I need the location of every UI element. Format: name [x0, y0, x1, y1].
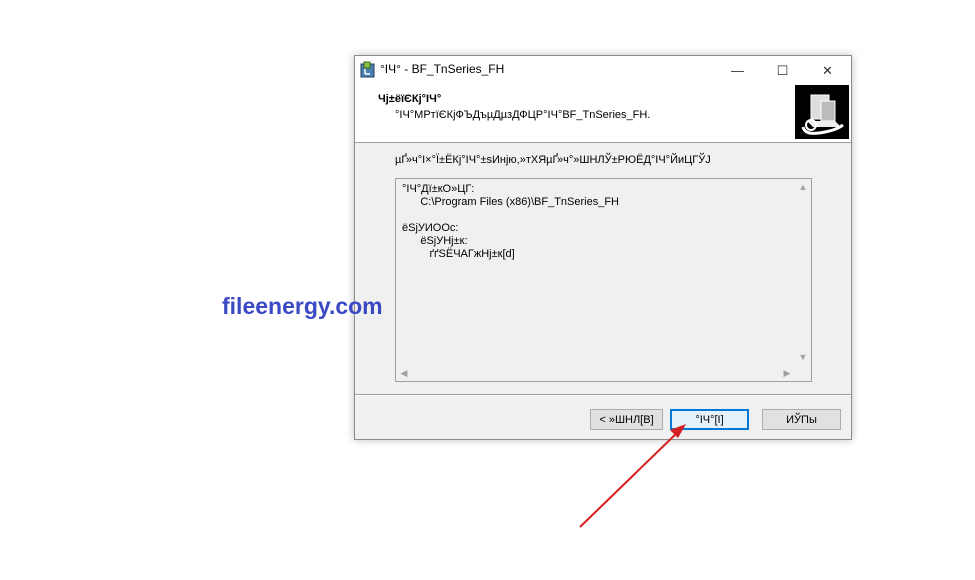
red-arrow — [579, 424, 686, 528]
